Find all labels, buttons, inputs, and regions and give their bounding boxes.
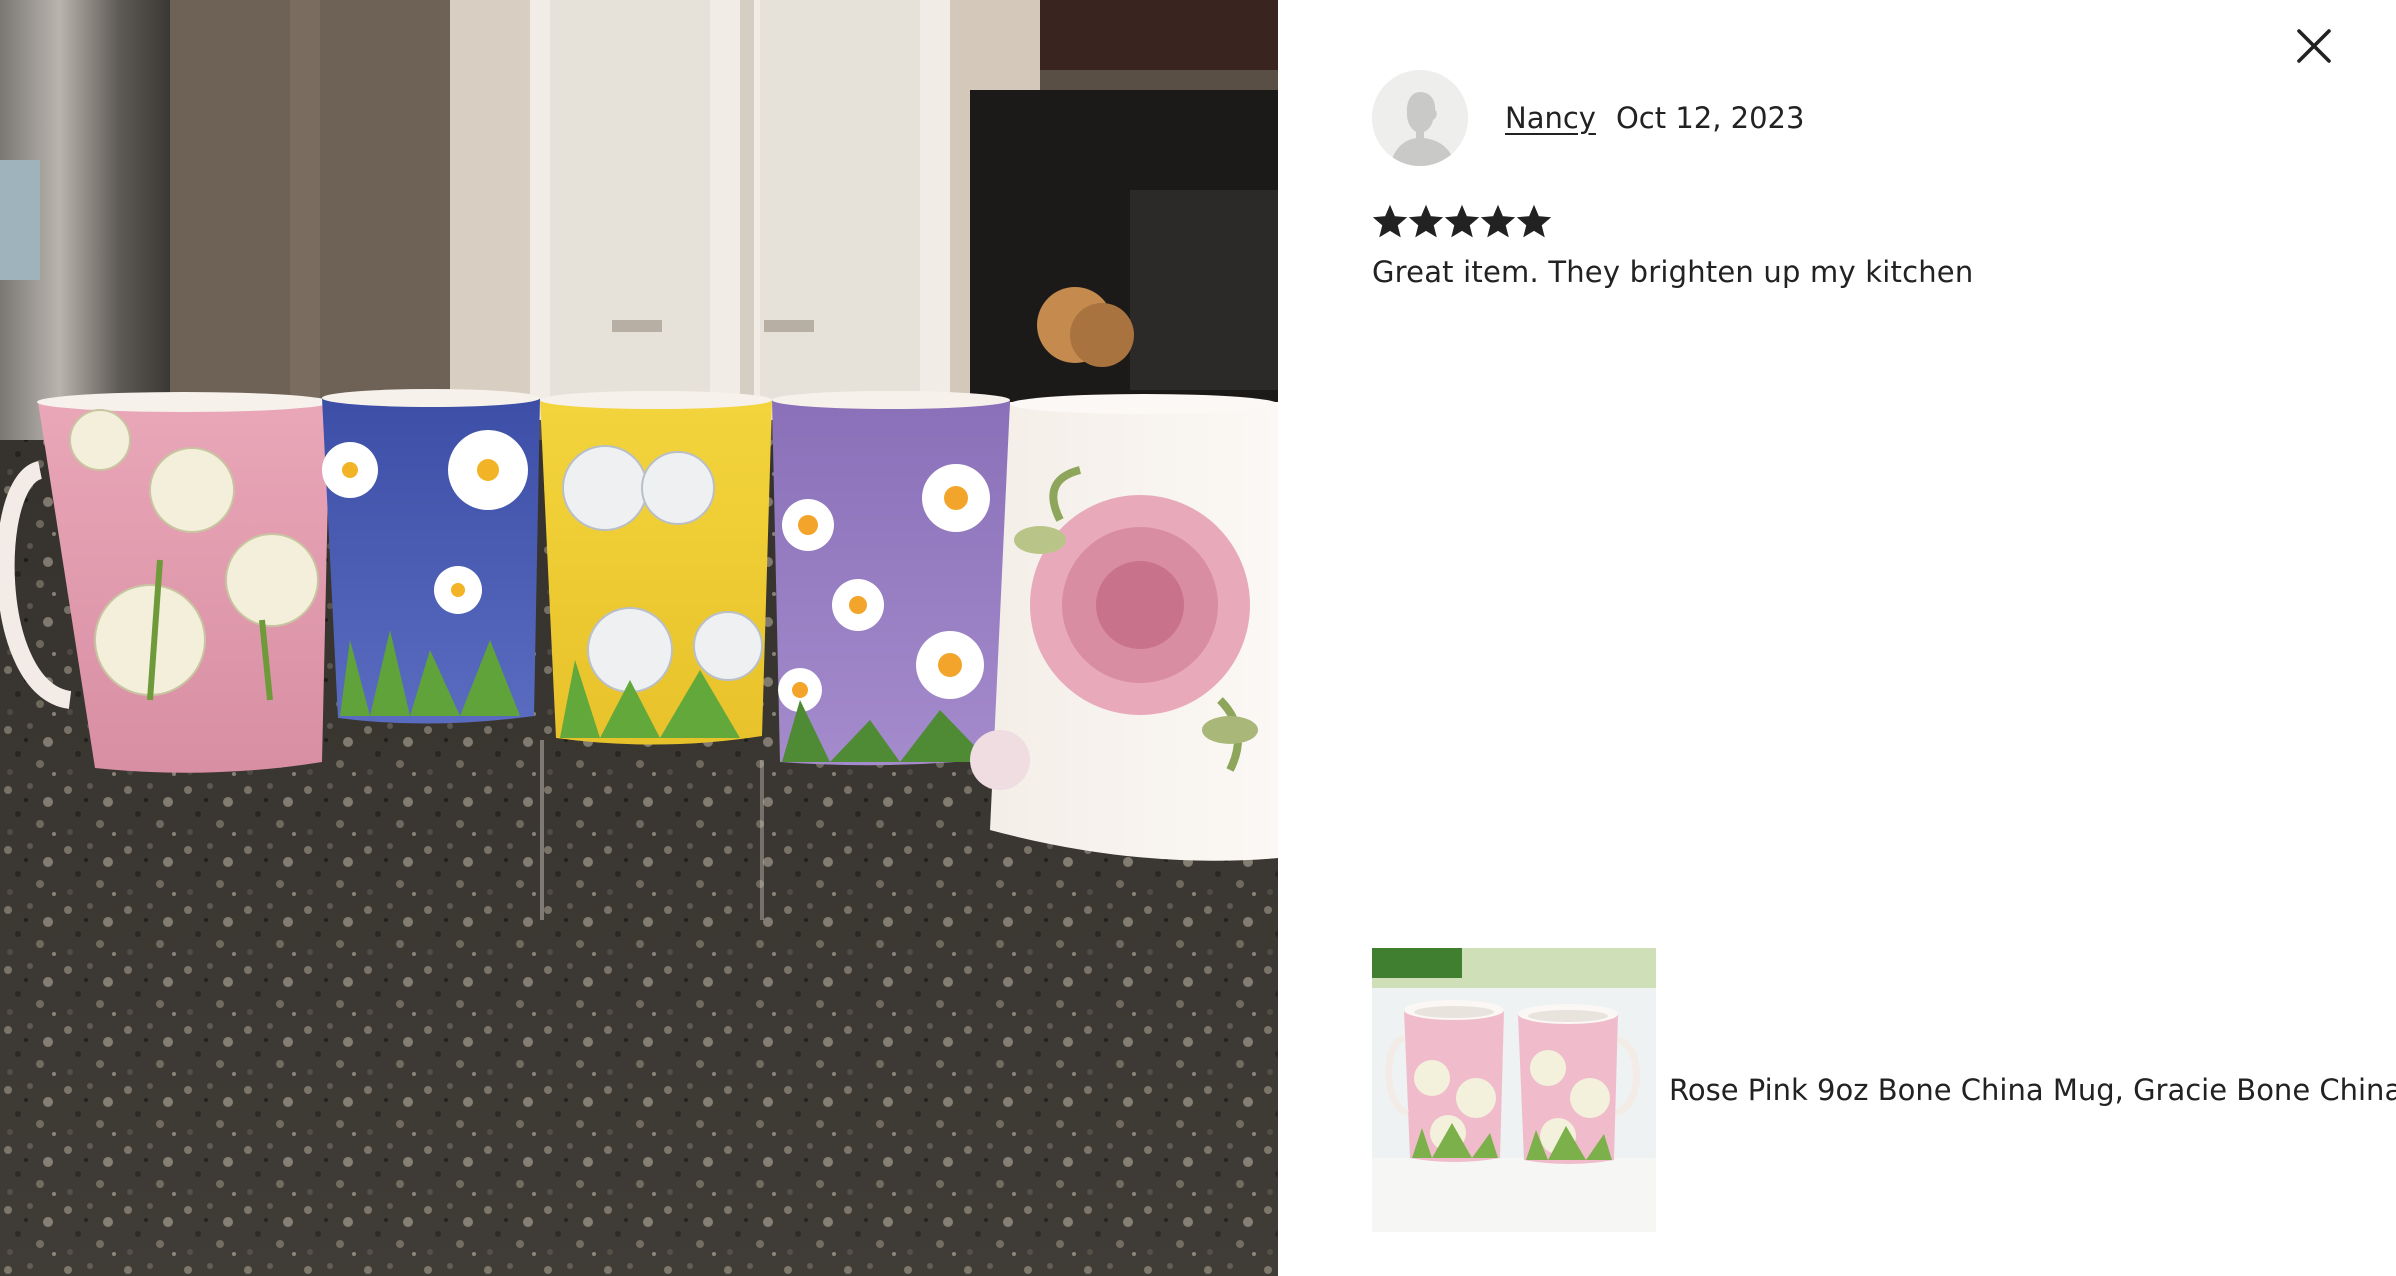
star-icon [1372, 204, 1408, 240]
close-icon [2297, 29, 2331, 63]
star-rating [1372, 204, 1552, 240]
review-panel: Nancy Oct 12, 2023 Great item. They brig… [1278, 0, 2396, 1276]
review-modal: Nancy Oct 12, 2023 Great item. They brig… [0, 0, 2396, 1276]
avatar-icon [1372, 70, 1468, 166]
product-link[interactable]: Rose Pink 9oz Bone China Mug, Gracie Bon… [1372, 948, 2396, 1232]
review-text: Great item. They brighten up my kitchen [1372, 255, 1974, 289]
reviewer-avatar[interactable] [1372, 70, 1468, 166]
product-thumbnail[interactable] [1372, 948, 1656, 1232]
review-photo-image [0, 0, 1278, 1276]
reviewer-name-link[interactable]: Nancy [1505, 101, 1596, 135]
star-icon [1408, 204, 1444, 240]
star-icon [1444, 204, 1480, 240]
product-title[interactable]: Rose Pink 9oz Bone China Mug, Gracie Bon… [1669, 1073, 2396, 1107]
review-photo [0, 0, 1278, 1276]
reviewer-header: Nancy Oct 12, 2023 [1372, 70, 1804, 166]
review-date: Oct 12, 2023 [1615, 101, 1805, 135]
product-thumbnail-image [1372, 948, 1656, 1232]
star-icon [1480, 204, 1516, 240]
star-icon [1516, 204, 1552, 240]
close-button[interactable] [2290, 22, 2338, 70]
